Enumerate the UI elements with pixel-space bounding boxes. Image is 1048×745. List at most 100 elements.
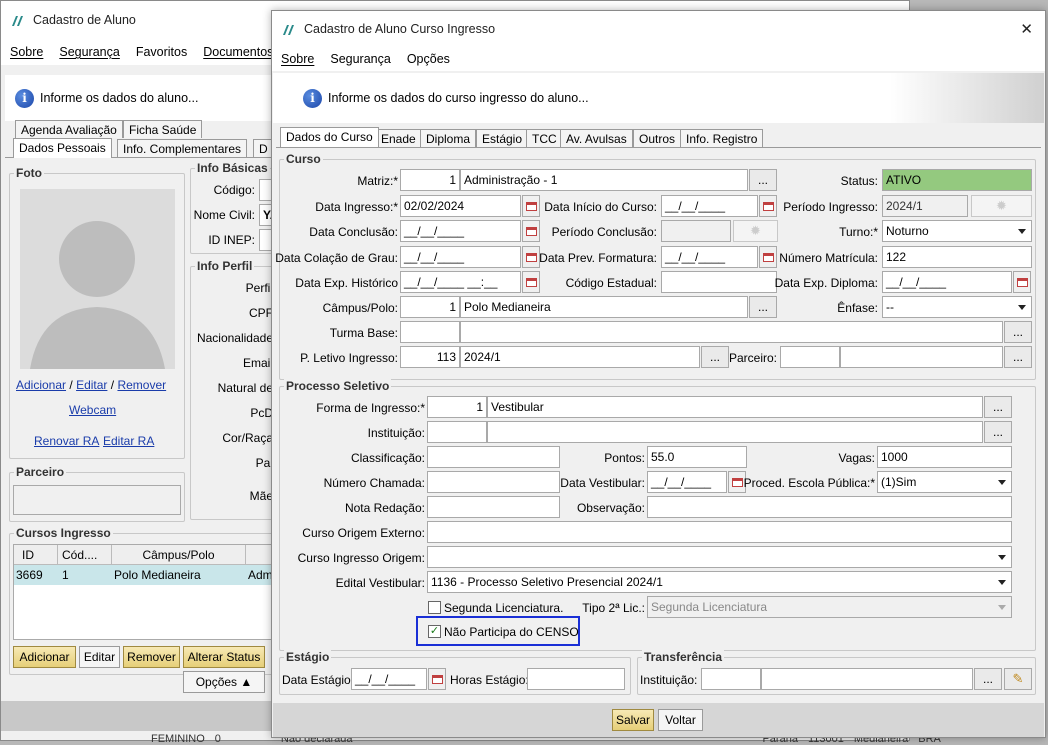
curso-origem-externo-field[interactable] bbox=[427, 521, 1012, 543]
codigo-estadual-field[interactable] bbox=[661, 271, 777, 293]
matriz-name-field[interactable]: Administração - 1 bbox=[460, 169, 748, 191]
pontos-field[interactable]: 55.0 bbox=[647, 446, 747, 468]
parceiro-code-field[interactable] bbox=[780, 346, 840, 368]
cursos-table[interactable]: ID Cód.... Câmpus/Polo 3669 1 Polo Media… bbox=[13, 544, 285, 640]
instituicao-name-field[interactable] bbox=[487, 421, 983, 443]
p-letivo-lookup-button[interactable]: ... bbox=[701, 346, 729, 368]
nota-redacao-field[interactable] bbox=[427, 496, 560, 518]
transferencia-lookup-button[interactable]: ... bbox=[974, 668, 1002, 690]
tab-outros[interactable]: Outros bbox=[633, 129, 682, 147]
campus-lookup-button[interactable]: ... bbox=[749, 296, 777, 318]
transferencia-name-field[interactable] bbox=[761, 668, 973, 690]
campus-name-field[interactable]: Polo Medianeira bbox=[460, 296, 748, 318]
editar-photo-link[interactable]: Editar bbox=[76, 378, 107, 392]
data-estagio-field[interactable]: __/__/____ bbox=[351, 668, 427, 690]
menu-opcoes[interactable]: Opções bbox=[407, 52, 450, 66]
calendar-icon[interactable] bbox=[522, 246, 540, 268]
close-icon[interactable]: ✕ bbox=[1020, 20, 1033, 38]
calendar-icon[interactable] bbox=[759, 246, 777, 268]
menu-sobre[interactable]: Sobre bbox=[10, 45, 43, 59]
data-ingresso-field[interactable]: 02/02/2024 bbox=[400, 195, 521, 217]
adicionar-button[interactable]: Adicionar bbox=[13, 646, 76, 668]
campus-code-field[interactable]: 1 bbox=[400, 296, 460, 318]
calendar-icon[interactable] bbox=[1013, 271, 1031, 293]
forma-lookup-button[interactable]: ... bbox=[984, 396, 1012, 418]
edit-pencil-icon[interactable]: ✎ bbox=[1004, 668, 1032, 690]
instituicao-code-field[interactable] bbox=[427, 421, 487, 443]
classificacao-field[interactable] bbox=[427, 446, 560, 468]
transferencia-code-field[interactable] bbox=[701, 668, 761, 690]
editar-ra-link[interactable]: Editar RA bbox=[103, 434, 154, 448]
segunda-licenciatura-checkbox[interactable] bbox=[428, 601, 441, 614]
tab-estagio[interactable]: Estágio bbox=[476, 129, 529, 147]
proced-escola-publica-select[interactable]: (1)Sim bbox=[877, 471, 1012, 493]
data-exp-historico-field[interactable]: __/__/____ __:__ bbox=[400, 271, 521, 293]
turma-lookup-button[interactable]: ... bbox=[1004, 321, 1032, 343]
tab-enade[interactable]: Enade bbox=[375, 129, 422, 147]
turma-name-field[interactable] bbox=[460, 321, 1003, 343]
column-campus[interactable]: Câmpus/Polo bbox=[112, 545, 246, 564]
calendar-icon[interactable] bbox=[522, 220, 540, 242]
voltar-button[interactable]: Voltar bbox=[658, 709, 703, 731]
tab-agenda-avaliacao[interactable]: Agenda Avaliação bbox=[15, 120, 123, 138]
calendar-icon[interactable] bbox=[428, 668, 446, 690]
data-exp-diploma-field[interactable]: __/__/____ bbox=[882, 271, 1012, 293]
matriz-lookup-button[interactable]: ... bbox=[749, 169, 777, 191]
remover-button[interactable]: Remover bbox=[123, 646, 180, 668]
tab-ficha-saude[interactable]: Ficha Saúde bbox=[123, 120, 203, 138]
edital-vestibular-select[interactable]: 1136 - Processo Seletivo Presencial 2024… bbox=[427, 571, 1012, 593]
calendar-icon[interactable] bbox=[522, 271, 540, 293]
parceiro-lookup-button[interactable]: ... bbox=[1004, 346, 1032, 368]
classificacao-label: Classificação: bbox=[350, 451, 425, 465]
forma-name-field[interactable]: Vestibular bbox=[487, 396, 983, 418]
data-prev-formatura-field[interactable]: __/__/____ bbox=[661, 246, 758, 268]
calendar-icon[interactable] bbox=[522, 195, 540, 217]
turma-code-field[interactable] bbox=[400, 321, 460, 343]
turno-select[interactable]: Noturno bbox=[882, 220, 1032, 242]
remover-photo-link[interactable]: Remover bbox=[117, 378, 166, 392]
curso-ingresso-origem-select[interactable] bbox=[427, 546, 1012, 568]
tab-diploma[interactable]: Diploma bbox=[420, 129, 477, 147]
opcoes-button[interactable]: Opções ▲ bbox=[183, 671, 265, 693]
instituicao-lookup-button[interactable]: ... bbox=[984, 421, 1012, 443]
observacao-field[interactable] bbox=[647, 496, 1012, 518]
numero-matricula-field[interactable]: 122 bbox=[882, 246, 1032, 268]
matriz-code-field[interactable]: 1 bbox=[400, 169, 460, 191]
horas-estagio-field[interactable] bbox=[527, 668, 625, 690]
p-letivo-code-field[interactable]: 113 bbox=[400, 346, 460, 368]
tab-info-complementares[interactable]: Info. Complementares bbox=[117, 139, 248, 157]
column-id[interactable]: ID bbox=[14, 545, 58, 564]
parceiro-group: Parceiro bbox=[9, 465, 185, 522]
menu-seguranca[interactable]: Segurança bbox=[59, 45, 119, 59]
editar-button[interactable]: Editar bbox=[79, 646, 120, 668]
tab-tcc[interactable]: TCC bbox=[526, 129, 563, 147]
vagas-field[interactable]: 1000 bbox=[877, 446, 1012, 468]
menu-sobre[interactable]: Sobre bbox=[281, 52, 314, 66]
tab-info-registro[interactable]: Info. Registro bbox=[680, 129, 764, 147]
adicionar-photo-link[interactable]: Adicionar bbox=[16, 378, 66, 392]
salvar-button[interactable]: Salvar bbox=[612, 709, 654, 731]
webcam-link[interactable]: Webcam bbox=[69, 403, 116, 417]
data-conclusao-field[interactable]: __/__/____ bbox=[400, 220, 521, 242]
calendar-icon[interactable] bbox=[759, 195, 777, 217]
numero-chamada-field[interactable] bbox=[427, 471, 560, 493]
renovar-ra-link[interactable]: Renovar RA bbox=[34, 434, 99, 448]
alterar-status-button[interactable]: Alterar Status bbox=[183, 646, 265, 668]
table-row[interactable]: 3669 1 Polo Medianeira Adm bbox=[14, 565, 284, 585]
tab-dados-pessoais[interactable]: Dados Pessoais bbox=[13, 138, 112, 158]
parceiro-name-field[interactable] bbox=[840, 346, 1003, 368]
tab-av-avulsas[interactable]: Av. Avulsas bbox=[560, 129, 633, 147]
menu-seguranca[interactable]: Segurança bbox=[330, 52, 390, 66]
p-letivo-name-field[interactable]: 2024/1 bbox=[460, 346, 700, 368]
nao-participa-censo-checkbox[interactable]: ✓ bbox=[428, 625, 441, 638]
forma-code-field[interactable]: 1 bbox=[427, 396, 487, 418]
enfase-select[interactable]: -- bbox=[882, 296, 1032, 318]
menu-favoritos[interactable]: Favoritos bbox=[136, 45, 187, 59]
data-vestibular-field[interactable]: __/__/____ bbox=[647, 471, 727, 493]
column-cod[interactable]: Cód.... bbox=[58, 545, 112, 564]
data-inicio-field[interactable]: __/__/____ bbox=[661, 195, 758, 217]
tab-dados-do-curso[interactable]: Dados do Curso bbox=[280, 127, 379, 147]
codigo-label: Código: bbox=[213, 183, 255, 197]
menu-documentos[interactable]: Documentos bbox=[203, 45, 273, 59]
data-colacao-field[interactable]: __/__/____ bbox=[400, 246, 521, 268]
